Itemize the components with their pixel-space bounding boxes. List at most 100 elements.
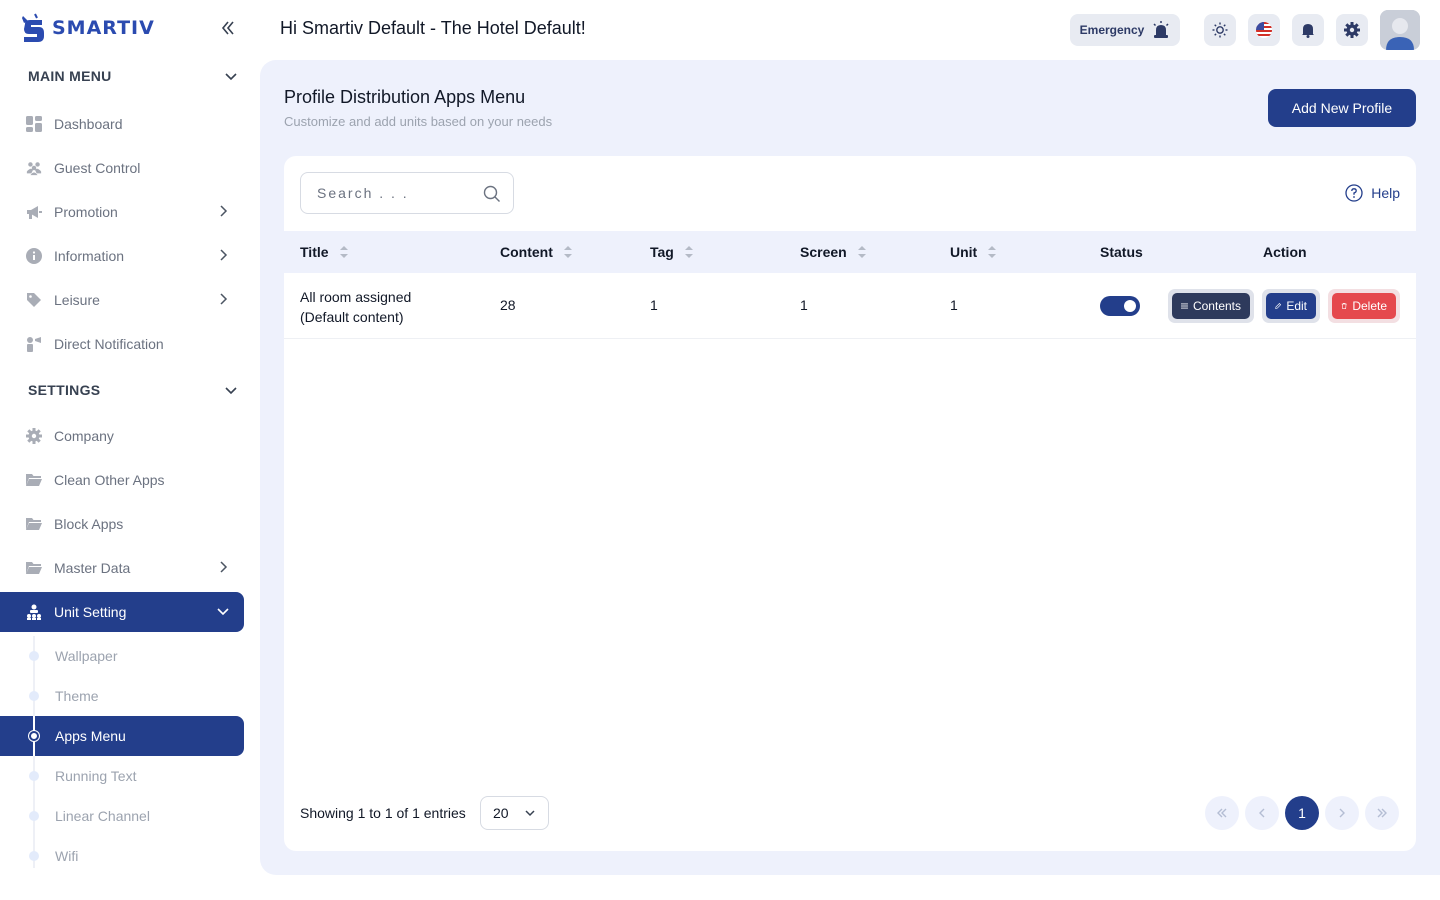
sidebar-item-label: Leisure [54, 292, 100, 308]
main-menu-label: MAIN MENU [28, 68, 112, 84]
page-button-current[interactable]: 1 [1285, 796, 1319, 830]
last-page-button[interactable] [1365, 796, 1399, 830]
users-icon [26, 160, 42, 176]
search-icon[interactable] [483, 185, 501, 203]
sidebar-item-direct-notification[interactable]: Direct Notification [0, 324, 244, 364]
bullet-dot [29, 771, 39, 781]
column-header-content[interactable]: Content [500, 244, 573, 260]
pagination-info: Showing 1 to 1 of 1 entries [300, 805, 466, 821]
sidebar-item-label: Master Data [54, 560, 131, 576]
chevron-down-icon [217, 608, 229, 616]
previous-page-button[interactable] [1245, 796, 1279, 830]
next-page-button[interactable] [1325, 796, 1359, 830]
sidebar-item-label: Clean Other Apps [54, 472, 165, 488]
sidebar-item-guest-control[interactable]: Guest Control [0, 148, 244, 188]
megaphone-icon [26, 204, 42, 220]
chevron-right-icon [220, 205, 228, 217]
table-row: All room assigned (Default content) 28 1… [284, 273, 1416, 339]
contents-button[interactable]: Contents [1172, 293, 1250, 319]
cell-title-line: All room assigned [300, 289, 412, 305]
edit-button[interactable]: Edit [1266, 293, 1316, 319]
main-menu-header[interactable]: MAIN MENU [28, 68, 238, 84]
chevron-right-icon [1339, 808, 1345, 818]
settings-button[interactable] [1336, 14, 1368, 46]
sort-icon [988, 246, 997, 258]
sitemap-icon [26, 604, 42, 620]
double-chevron-left-icon [221, 21, 234, 35]
gear-icon [1344, 22, 1360, 38]
app-name: SMARTIV [52, 17, 155, 39]
user-avatar[interactable] [1380, 10, 1420, 50]
column-label: Content [500, 244, 553, 260]
sidebar-item-leisure[interactable]: Leisure [0, 280, 244, 320]
submenu-item-label: Linear Channel [55, 808, 150, 824]
app-logo[interactable]: SMARTIV [20, 12, 155, 44]
submenu-item-label: Running Text [55, 768, 137, 784]
edit-label: Edit [1286, 299, 1307, 313]
submenu-item-apps-menu[interactable]: Apps Menu [0, 716, 244, 756]
toggle-knob [1124, 300, 1136, 312]
notifications-button[interactable] [1292, 14, 1324, 46]
submenu-item-wallpaper[interactable]: Wallpaper [0, 636, 244, 676]
double-chevron-left-icon [1217, 808, 1227, 818]
column-header-title[interactable]: Title [300, 244, 349, 260]
help-label: Help [1371, 185, 1400, 201]
theme-toggle-button[interactable] [1204, 14, 1236, 46]
user-avatar-icon [1380, 10, 1420, 50]
sidebar-item-label: Dashboard [54, 116, 123, 132]
bullet-dot [29, 691, 39, 701]
submenu-item-wifi[interactable]: Wifi [0, 836, 244, 876]
column-header-tag[interactable]: Tag [650, 244, 694, 260]
main-content: Profile Distribution Apps Menu Customize… [260, 60, 1440, 875]
submenu-item-linear-channel[interactable]: Linear Channel [0, 796, 244, 836]
sidebar: SMARTIV MAIN MENU Dashboard Guest Contro… [0, 0, 260, 900]
help-link[interactable]: Help [1345, 184, 1400, 202]
notification-icon [26, 336, 42, 352]
cell-title-line: (Default content) [300, 309, 404, 325]
list-icon [1181, 303, 1188, 309]
sidebar-item-information[interactable]: Information [0, 236, 244, 276]
sidebar-item-label: Information [54, 248, 125, 264]
column-header-action: Action [1263, 244, 1307, 260]
sidebar-item-label: Block Apps [54, 516, 124, 532]
column-header-unit[interactable]: Unit [950, 244, 997, 260]
column-label: Unit [950, 244, 978, 260]
search-input[interactable] [317, 185, 477, 201]
status-toggle[interactable] [1100, 296, 1140, 316]
sidebar-item-unit-setting[interactable]: Unit Setting [0, 592, 244, 632]
question-circle-icon [1345, 184, 1363, 202]
settings-header[interactable]: SETTINGS [28, 382, 238, 398]
sidebar-item-company[interactable]: Company [0, 416, 244, 456]
per-page-select[interactable]: 20 [480, 796, 549, 830]
language-button[interactable] [1248, 14, 1280, 46]
page-title: Profile Distribution Apps Menu [284, 87, 526, 107]
pencil-icon [1275, 303, 1282, 309]
column-header-screen[interactable]: Screen [800, 244, 867, 260]
sidebar-item-label: Unit Setting [54, 604, 127, 620]
collapse-sidebar-button[interactable] [218, 18, 238, 38]
delete-button[interactable]: Delete [1332, 293, 1396, 319]
column-label: Screen [800, 244, 847, 260]
sidebar-item-label: Guest Control [54, 160, 141, 176]
add-new-profile-button[interactable]: Add New Profile [1268, 89, 1416, 127]
sidebar-item-promotion[interactable]: Promotion [0, 192, 244, 232]
cell-content: 28 [500, 297, 516, 313]
submenu-item-label: Theme [55, 688, 99, 704]
us-flag-icon [1256, 22, 1272, 38]
submenu-item-theme[interactable]: Theme [0, 676, 244, 716]
column-label: Tag [650, 244, 674, 260]
sidebar-item-dashboard[interactable]: Dashboard [0, 104, 244, 144]
submenu-item-label: Wifi [55, 848, 79, 864]
submenu-item-running-text[interactable]: Running Text [0, 756, 244, 796]
column-header-status: Status [1100, 244, 1143, 260]
bullet-dot [29, 811, 39, 821]
emergency-button[interactable]: Emergency [1070, 14, 1180, 46]
chevron-right-icon [220, 561, 228, 573]
first-page-button[interactable] [1205, 796, 1239, 830]
sidebar-item-master-data[interactable]: Master Data [0, 548, 244, 588]
bullet-dot [29, 851, 39, 861]
column-label: Title [300, 244, 329, 260]
info-icon [26, 248, 42, 264]
sidebar-item-block-apps[interactable]: Block Apps [0, 504, 244, 544]
sidebar-item-clean-other-apps[interactable]: Clean Other Apps [0, 460, 244, 500]
